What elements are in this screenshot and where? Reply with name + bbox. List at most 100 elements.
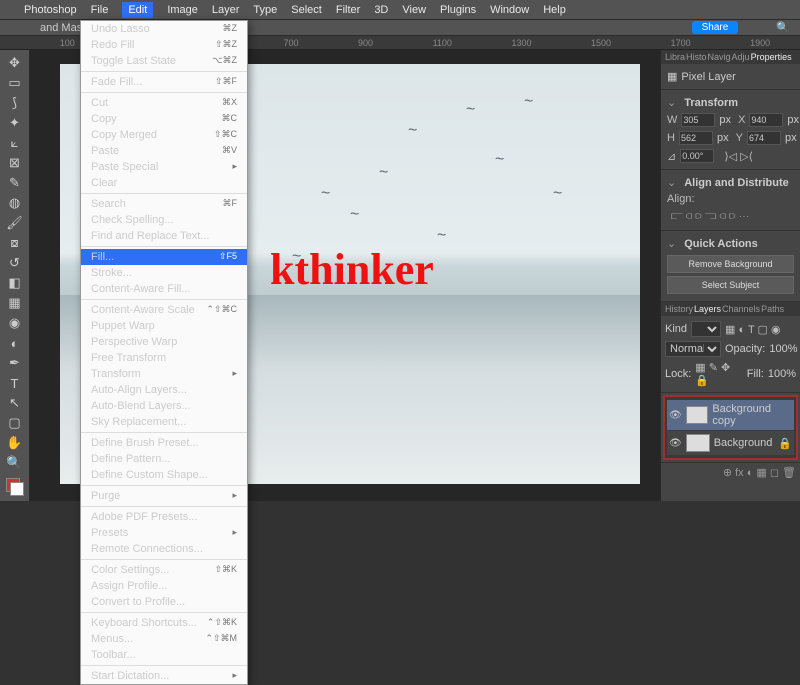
menu-item[interactable]: Menus...⌃⇧⌘M xyxy=(81,631,247,647)
search-icon[interactable]: 🔍 xyxy=(776,21,790,34)
layer-footer-icons[interactable]: ⊕ fx ◐ ▦ ◻ 🗑 xyxy=(661,462,800,482)
menu-window[interactable]: Window xyxy=(490,4,529,16)
menu-view[interactable]: View xyxy=(402,4,426,16)
tab-paths[interactable]: Paths xyxy=(761,304,784,314)
tab-libraries[interactable]: Libra xyxy=(665,52,685,62)
menu-edit[interactable]: Edit xyxy=(122,2,153,18)
menu-3d[interactable]: 3D xyxy=(374,4,388,16)
menu-item[interactable]: Start Dictation...▸ xyxy=(81,668,247,684)
menu-item[interactable]: Fill...⇧F5 xyxy=(81,249,247,265)
tab-navigator[interactable]: Navig xyxy=(708,52,731,62)
menu-item[interactable]: Content-Aware Scale⌃⇧⌘C xyxy=(81,302,247,318)
menu-item[interactable]: Purge▸ xyxy=(81,488,247,504)
tab-channels[interactable]: Channels xyxy=(722,304,760,314)
frame-tool-icon[interactable]: ⊠ xyxy=(3,154,27,172)
x-input[interactable] xyxy=(749,113,783,127)
kind-select[interactable] xyxy=(691,321,721,337)
menu-plugins[interactable]: Plugins xyxy=(440,4,476,16)
eyedropper-tool-icon[interactable]: ✎ xyxy=(3,174,27,192)
stamp-tool-icon[interactable]: ⧇ xyxy=(3,234,27,252)
dodge-tool-icon[interactable]: ◐ xyxy=(3,334,27,352)
menu-item[interactable]: Clear xyxy=(81,175,247,191)
menu-item[interactable]: Color Settings...⇧⌘K xyxy=(81,562,247,578)
layer-thumbnail[interactable] xyxy=(686,434,710,452)
chevron-down-icon[interactable]: ⌄ xyxy=(667,237,676,250)
remove-background-button[interactable]: Remove Background xyxy=(667,255,794,273)
menu-item[interactable]: Cut⌘X xyxy=(81,95,247,111)
visibility-icon[interactable]: 👁 xyxy=(669,410,682,421)
menu-layer[interactable]: Layer xyxy=(212,4,240,16)
heal-tool-icon[interactable]: ◍ xyxy=(3,194,27,212)
menu-item[interactable]: Transform▸ xyxy=(81,366,247,382)
menu-item[interactable]: Check Spelling... xyxy=(81,212,247,228)
blur-tool-icon[interactable]: ◉ xyxy=(3,314,27,332)
crop-tool-icon[interactable]: ⟀ xyxy=(3,134,27,152)
menu-item[interactable]: Define Brush Preset... xyxy=(81,435,247,451)
tab-adjustments[interactable]: Adju xyxy=(732,52,750,62)
menu-item[interactable]: Copy⌘C xyxy=(81,111,247,127)
brush-tool-icon[interactable]: 🖌 xyxy=(3,214,27,232)
menu-photoshop[interactable]: Photoshop xyxy=(24,4,77,16)
menu-type[interactable]: Type xyxy=(253,4,277,16)
visibility-icon[interactable]: 👁 xyxy=(669,438,682,449)
menu-item[interactable]: Adobe PDF Presets... xyxy=(81,509,247,525)
menu-image[interactable]: Image xyxy=(167,4,198,16)
layer-row[interactable]: 👁 Background 🔒 xyxy=(667,431,794,455)
height-input[interactable] xyxy=(679,131,713,145)
path-tool-icon[interactable]: ↖ xyxy=(3,394,27,412)
menu-item[interactable]: Undo Lasso⌘Z xyxy=(81,21,247,37)
chevron-down-icon[interactable]: ⌄ xyxy=(667,176,676,189)
menu-item[interactable]: Toggle Last State⌥⌘Z xyxy=(81,53,247,69)
menu-item[interactable]: Sky Replacement... xyxy=(81,414,247,430)
blend-mode-select[interactable]: Normal xyxy=(665,341,721,357)
align-icons[interactable]: ⫍ ⫏ ⫐ ⫎ ⫏ ⫐ ⋯ xyxy=(667,207,794,226)
menu-item[interactable]: Find and Replace Text... xyxy=(81,228,247,244)
tab-histogram[interactable]: Histo xyxy=(686,52,707,62)
menu-item[interactable]: Redo Fill⇧⌘Z xyxy=(81,37,247,53)
tab-layers[interactable]: Layers xyxy=(694,304,721,314)
select-subject-button[interactable]: Select Subject xyxy=(667,276,794,294)
opacity-value[interactable]: 100% xyxy=(769,343,797,355)
menu-item[interactable]: Puppet Warp xyxy=(81,318,247,334)
wand-tool-icon[interactable]: ✦ xyxy=(3,114,27,132)
menu-item[interactable]: Paste⌘V xyxy=(81,143,247,159)
menu-item[interactable]: Perspective Warp xyxy=(81,334,247,350)
menu-item[interactable]: Toolbar... xyxy=(81,647,247,663)
menu-item[interactable]: Convert to Profile... xyxy=(81,594,247,610)
hand-tool-icon[interactable]: ✋ xyxy=(3,434,27,452)
shape-tool-icon[interactable]: ▢ xyxy=(3,414,27,432)
color-swatch[interactable] xyxy=(6,478,24,496)
width-input[interactable] xyxy=(681,113,715,127)
tab-history[interactable]: History xyxy=(665,304,693,314)
type-tool-icon[interactable]: T xyxy=(3,374,27,392)
angle-input[interactable] xyxy=(680,149,714,163)
tab-properties[interactable]: Properties xyxy=(751,52,792,62)
eraser-tool-icon[interactable]: ◧ xyxy=(3,274,27,292)
menu-filter[interactable]: Filter xyxy=(336,4,360,16)
layer-row[interactable]: 👁 Background copy xyxy=(667,400,794,430)
menu-item[interactable]: Copy Merged⇧⌘C xyxy=(81,127,247,143)
menu-item[interactable]: Fade Fill...⇧⌘F xyxy=(81,74,247,90)
y-input[interactable] xyxy=(747,131,781,145)
menu-item[interactable]: Remote Connections... xyxy=(81,541,247,557)
menu-item[interactable]: Assign Profile... xyxy=(81,578,247,594)
pen-tool-icon[interactable]: ✒ xyxy=(3,354,27,372)
move-tool-icon[interactable]: ✥ xyxy=(3,54,27,72)
menu-item[interactable]: Keyboard Shortcuts...⌃⇧⌘K xyxy=(81,615,247,631)
fill-value[interactable]: 100% xyxy=(768,368,796,380)
zoom-tool-icon[interactable]: 🔍 xyxy=(3,454,27,472)
history-brush-icon[interactable]: ↺ xyxy=(3,254,27,272)
share-button[interactable]: Share xyxy=(692,21,739,34)
chevron-down-icon[interactable]: ⌄ xyxy=(667,96,676,109)
menu-file[interactable]: File xyxy=(91,4,109,16)
menu-item[interactable]: Presets▸ xyxy=(81,525,247,541)
menu-item[interactable]: Search⌘F xyxy=(81,196,247,212)
lasso-tool-icon[interactable]: ⟆ xyxy=(3,94,27,112)
menu-item[interactable]: Stroke... xyxy=(81,265,247,281)
gradient-tool-icon[interactable]: ▦ xyxy=(3,294,27,312)
menu-item[interactable]: Content-Aware Fill... xyxy=(81,281,247,297)
menu-help[interactable]: Help xyxy=(543,4,566,16)
marquee-tool-icon[interactable]: ▭ xyxy=(3,74,27,92)
menu-select[interactable]: Select xyxy=(291,4,322,16)
layer-thumbnail[interactable] xyxy=(686,406,709,424)
